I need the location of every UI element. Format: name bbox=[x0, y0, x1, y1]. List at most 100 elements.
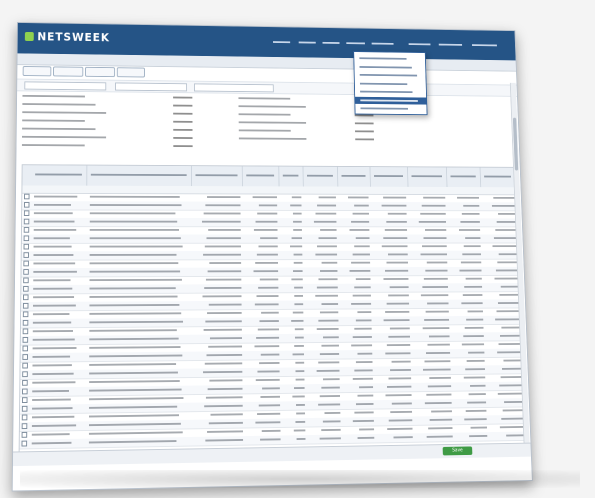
row-checkbox[interactable] bbox=[22, 345, 29, 352]
row-checkbox[interactable] bbox=[21, 397, 28, 404]
row-checkbox[interactable] bbox=[22, 302, 29, 309]
nav-item[interactable] bbox=[438, 38, 463, 50]
unreadable-text-placeholder bbox=[260, 395, 280, 398]
unreadable-text-placeholder bbox=[422, 245, 447, 248]
row-checkbox[interactable] bbox=[22, 371, 28, 378]
row-checkbox[interactable] bbox=[21, 414, 28, 421]
table-cell bbox=[246, 210, 278, 218]
unreadable-text-placeholder bbox=[493, 237, 516, 239]
unreadable-text-placeholder bbox=[290, 204, 302, 207]
unreadable-text-placeholder bbox=[352, 212, 369, 215]
table-cell bbox=[284, 301, 304, 309]
row-checkbox[interactable] bbox=[23, 269, 29, 275]
dropdown-menu-item[interactable] bbox=[355, 71, 426, 79]
app-logo[interactable]: NETSWEEK bbox=[24, 30, 110, 44]
dropdown-menu-item[interactable] bbox=[355, 80, 426, 88]
row-checkbox[interactable] bbox=[21, 405, 28, 412]
unreadable-text-placeholder bbox=[33, 203, 71, 206]
column-header[interactable] bbox=[370, 167, 409, 187]
row-checkbox[interactable] bbox=[22, 388, 28, 395]
row-checkbox[interactable] bbox=[23, 227, 30, 233]
unreadable-text-placeholder bbox=[318, 278, 338, 281]
dropdown-menu-item[interactable] bbox=[355, 88, 426, 96]
save-button[interactable]: Save bbox=[442, 446, 473, 456]
dropdown-menu-item[interactable] bbox=[354, 63, 425, 71]
toolbar-button[interactable] bbox=[22, 66, 52, 77]
row-checkbox[interactable] bbox=[23, 243, 30, 250]
nav-item[interactable] bbox=[472, 39, 497, 51]
column-header[interactable] bbox=[31, 165, 88, 186]
row-checkbox[interactable] bbox=[21, 423, 28, 430]
row-checkbox[interactable] bbox=[23, 277, 29, 284]
unreadable-text-placeholder bbox=[421, 204, 446, 207]
row-checkbox[interactable] bbox=[21, 431, 28, 438]
unreadable-text-placeholder bbox=[33, 212, 73, 215]
table-cell bbox=[458, 432, 488, 441]
column-header[interactable] bbox=[337, 166, 371, 187]
column-header[interactable] bbox=[191, 166, 243, 187]
scroll-thumb[interactable] bbox=[512, 117, 519, 171]
column-header[interactable] bbox=[242, 166, 280, 187]
row-checkbox[interactable] bbox=[23, 252, 29, 258]
column-header[interactable] bbox=[407, 167, 448, 188]
column-header[interactable] bbox=[480, 167, 517, 188]
unreadable-text-placeholder bbox=[254, 345, 280, 348]
row-checkbox[interactable] bbox=[22, 337, 29, 343]
row-checkbox[interactable] bbox=[23, 202, 30, 208]
row-checkbox[interactable] bbox=[23, 210, 30, 216]
row-checkbox[interactable] bbox=[23, 260, 29, 267]
row-checkbox[interactable] bbox=[22, 311, 29, 318]
column-header[interactable] bbox=[303, 166, 339, 187]
dropdown-menu-item[interactable] bbox=[354, 55, 425, 63]
unreadable-text-placeholder bbox=[462, 253, 481, 256]
column-header[interactable] bbox=[446, 167, 482, 188]
unreadable-text-placeholder bbox=[464, 285, 483, 288]
table-cell bbox=[418, 433, 453, 442]
table-cell bbox=[374, 226, 408, 234]
unreadable-text-placeholder bbox=[429, 418, 453, 421]
toolbar-button[interactable] bbox=[85, 66, 116, 78]
dropdown-menu-item[interactable] bbox=[355, 105, 426, 113]
unreadable-text-placeholder bbox=[257, 370, 280, 373]
row-checkbox[interactable] bbox=[22, 379, 28, 386]
summary-label bbox=[238, 104, 333, 110]
row-checkbox[interactable] bbox=[22, 354, 28, 360]
dropdown-menu-item[interactable] bbox=[355, 96, 427, 105]
unreadable-text-placeholder bbox=[207, 430, 243, 433]
photo-shadow bbox=[20, 470, 580, 488]
table-cell bbox=[308, 259, 338, 267]
row-checkbox[interactable] bbox=[22, 328, 29, 335]
table-cell bbox=[456, 374, 486, 383]
unreadable-text-placeholder bbox=[390, 410, 413, 414]
nav-item[interactable] bbox=[371, 37, 394, 50]
nav-item[interactable] bbox=[408, 38, 431, 50]
summary-label bbox=[22, 126, 120, 132]
toolbar-button[interactable] bbox=[116, 67, 145, 78]
table-cell bbox=[284, 284, 303, 292]
row-checkbox[interactable] bbox=[22, 319, 29, 326]
unreadable-text-placeholder bbox=[460, 261, 482, 264]
nav-item[interactable] bbox=[273, 36, 291, 49]
toolbar-button[interactable] bbox=[53, 66, 84, 77]
filter-field[interactable] bbox=[115, 82, 188, 92]
nav-item[interactable] bbox=[322, 37, 340, 49]
table-cell bbox=[286, 418, 306, 427]
unreadable-text-placeholder bbox=[501, 326, 520, 329]
table-cell bbox=[344, 325, 372, 334]
filter-field[interactable] bbox=[193, 83, 274, 93]
row-checkbox[interactable] bbox=[23, 294, 29, 301]
row-checkbox[interactable] bbox=[23, 218, 30, 225]
table-cell bbox=[195, 218, 241, 226]
row-checkbox[interactable] bbox=[23, 285, 29, 292]
row-checkbox[interactable] bbox=[24, 193, 30, 200]
unreadable-text-placeholder bbox=[423, 237, 447, 240]
row-checkbox[interactable] bbox=[22, 362, 28, 369]
table-cell bbox=[308, 292, 338, 300]
nav-item[interactable] bbox=[346, 37, 365, 50]
nav-item[interactable] bbox=[298, 36, 316, 49]
column-header[interactable] bbox=[87, 165, 193, 187]
column-header[interactable] bbox=[279, 166, 304, 187]
row-checkbox[interactable] bbox=[21, 440, 28, 447]
filter-field[interactable] bbox=[24, 81, 107, 91]
row-checkbox[interactable] bbox=[23, 235, 30, 242]
